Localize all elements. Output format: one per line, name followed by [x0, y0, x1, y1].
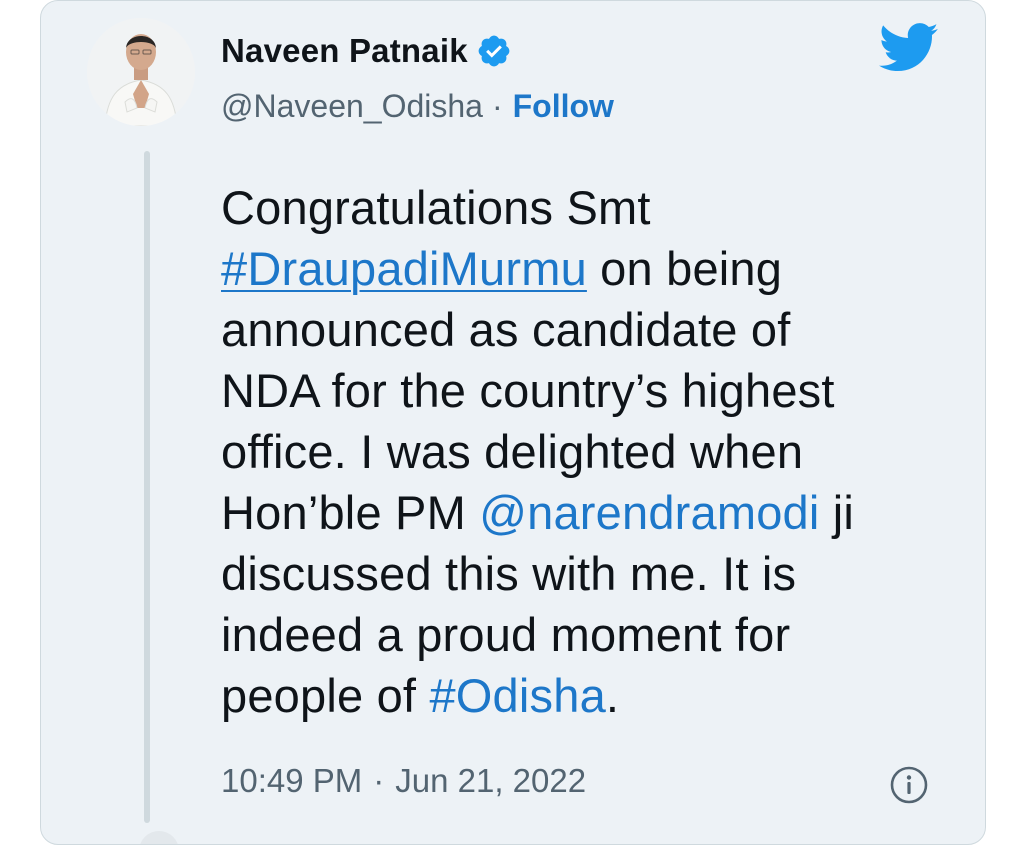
author-handle-row: @Naveen_Odisha · Follow: [221, 84, 614, 128]
tweet-text: Congratulations Smt #DraupadiMurmu on bei…: [221, 177, 921, 726]
tweet-text-line: Congratulations Smt: [221, 177, 921, 238]
verified-badge-icon: [478, 35, 510, 67]
author-name[interactable]: Naveen Patnaik: [221, 32, 468, 70]
avatar[interactable]: [87, 18, 195, 126]
hashtag-link[interactable]: #DraupadiMurmu: [221, 242, 587, 295]
author-handle[interactable]: @Naveen_Odisha: [221, 88, 483, 125]
tweet-text-segment: announced as candidate of: [221, 303, 791, 356]
tweet-text-segment: Hon’ble PM: [221, 486, 480, 539]
tweet-text-line: announced as candidate of: [221, 299, 921, 360]
hashtag-link[interactable]: #Odisha: [429, 669, 605, 722]
tweet-text-segment: ji: [819, 486, 855, 539]
mention-link[interactable]: @narendramodi: [479, 486, 819, 539]
tweet-text-line: NDA for the country’s highest: [221, 360, 921, 421]
follow-button[interactable]: Follow: [513, 88, 614, 125]
tweet-text-segment: discussed this with me. It is: [221, 547, 797, 600]
author-name-row: Naveen Patnaik: [221, 29, 512, 73]
tweet-text-line: indeed a proud moment for: [221, 604, 921, 665]
next-avatar: [139, 831, 179, 844]
tweet-text-segment: people of: [221, 669, 430, 722]
tweet-timestamp[interactable]: 10:49 PM · Jun 21, 2022: [221, 759, 586, 803]
tweet-text-line: #DraupadiMurmu on being: [221, 238, 921, 299]
tweet-date: Jun 21, 2022: [395, 762, 587, 799]
info-icon[interactable]: [889, 765, 929, 805]
tweet-text-segment: office. I was delighted when: [221, 425, 804, 478]
avatar-image: [87, 18, 195, 126]
thread-line: [144, 151, 150, 823]
tweet-text-line: people of #Odisha.: [221, 665, 921, 726]
tweet-text-line: Hon’ble PM @narendramodi ji: [221, 482, 921, 543]
tweet-text-segment: indeed a proud moment for: [221, 608, 791, 661]
handle-separator: ·: [491, 87, 503, 124]
tweet-text-segment: on being: [586, 242, 783, 295]
tweet-text-segment: .: [605, 669, 620, 722]
tweet-card[interactable]: Naveen Patnaik @Naveen_Odisha · Follow C…: [40, 0, 986, 845]
timestamp-separator: ·: [373, 762, 385, 799]
tweet-text-line: office. I was delighted when: [221, 421, 921, 482]
tweet-text-segment: Congratulations Smt: [221, 181, 651, 234]
tweet-time: 10:49 PM: [221, 762, 363, 799]
tweet-text-segment: NDA for the country’s highest: [221, 364, 835, 417]
tweet-text-line: discussed this with me. It is: [221, 543, 921, 604]
twitter-bird-icon[interactable]: [879, 23, 939, 73]
